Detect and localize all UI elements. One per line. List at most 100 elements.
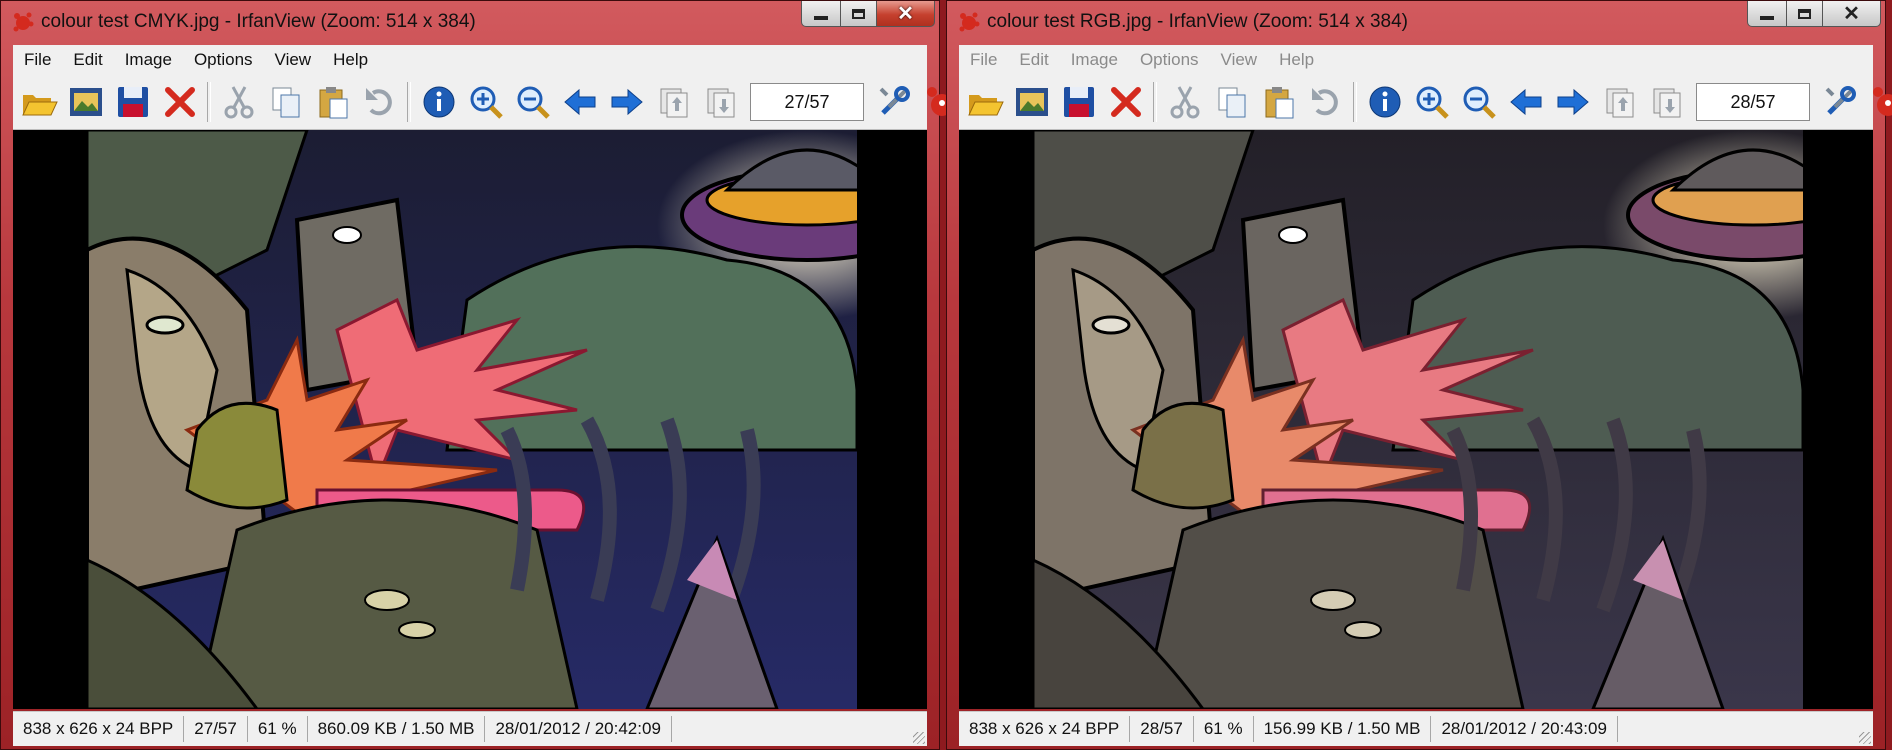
last-page-icon bbox=[1653, 88, 1680, 118]
page-number-field[interactable]: 27/57 bbox=[750, 83, 864, 121]
toolbar-separator bbox=[1353, 82, 1357, 122]
last-page-button[interactable] bbox=[697, 79, 744, 125]
title-bar[interactable]: colour test CMYK.jpg - IrfanView (Zoom: … bbox=[1, 1, 939, 45]
title-bar[interactable]: colour test RGB.jpg - IrfanView (Zoom: 5… bbox=[947, 1, 1885, 45]
zoom-out-button[interactable] bbox=[509, 79, 556, 125]
maximize-button[interactable] bbox=[1787, 1, 1823, 27]
copy-button[interactable] bbox=[1208, 79, 1255, 125]
menu-help[interactable]: Help bbox=[1268, 50, 1325, 70]
menu-view[interactable]: View bbox=[1210, 50, 1269, 70]
page-number-field[interactable]: 28/57 bbox=[1696, 83, 1810, 121]
close-icon: ✕ bbox=[897, 2, 914, 25]
cut-button[interactable] bbox=[1161, 79, 1208, 125]
next-icon bbox=[1557, 88, 1589, 116]
next-button[interactable] bbox=[1549, 79, 1596, 125]
undo-button[interactable] bbox=[356, 79, 403, 125]
irfanview-window-cmyk: colour test CMYK.jpg - IrfanView (Zoom: … bbox=[0, 0, 955, 750]
delete-button[interactable] bbox=[156, 79, 203, 125]
toolbar-separator bbox=[407, 82, 411, 122]
zoom-out-button[interactable] bbox=[1455, 79, 1502, 125]
last-page-button[interactable] bbox=[1643, 79, 1690, 125]
irfanview-app-icon[interactable] bbox=[957, 10, 981, 34]
menu-file[interactable]: File bbox=[959, 50, 1008, 70]
delete-icon bbox=[164, 87, 195, 117]
previous-button[interactable] bbox=[1502, 79, 1549, 125]
settings-icon bbox=[879, 86, 910, 115]
menu-image[interactable]: Image bbox=[114, 50, 183, 70]
copy-icon bbox=[272, 87, 299, 118]
minimize-button[interactable] bbox=[1747, 1, 1787, 27]
open-button[interactable] bbox=[15, 79, 62, 125]
next-button[interactable] bbox=[603, 79, 650, 125]
undo-button[interactable] bbox=[1302, 79, 1349, 125]
open-button[interactable] bbox=[961, 79, 1008, 125]
toolbar-separator bbox=[1153, 82, 1157, 122]
info-icon bbox=[1369, 86, 1400, 118]
image-canvas bbox=[87, 130, 857, 709]
thumbnails-button[interactable] bbox=[1008, 79, 1055, 125]
menu-view[interactable]: View bbox=[264, 50, 323, 70]
minimize-icon bbox=[1760, 15, 1774, 20]
zoom-in-icon bbox=[1416, 86, 1449, 119]
previous-button[interactable] bbox=[556, 79, 603, 125]
status-zoom: 61 % bbox=[1194, 716, 1254, 742]
save-button[interactable] bbox=[1055, 79, 1102, 125]
thumbnails-button[interactable] bbox=[62, 79, 109, 125]
paste-icon bbox=[319, 87, 347, 119]
status-index: 27/57 bbox=[184, 716, 248, 742]
save-button[interactable] bbox=[109, 79, 156, 125]
delete-icon bbox=[1110, 87, 1141, 117]
irfanview-app-icon[interactable] bbox=[11, 10, 35, 34]
maximize-icon bbox=[1798, 8, 1811, 19]
status-zoom: 61 % bbox=[248, 716, 308, 742]
previous-icon bbox=[1509, 88, 1541, 116]
paste-icon bbox=[1265, 87, 1293, 119]
first-page-button[interactable] bbox=[1596, 79, 1643, 125]
paste-button[interactable] bbox=[309, 79, 356, 125]
info-button[interactable] bbox=[415, 79, 462, 125]
close-button[interactable]: ✕ bbox=[1823, 1, 1881, 27]
last-page-icon bbox=[707, 88, 734, 118]
zoom-out-icon bbox=[517, 86, 550, 119]
maximize-button[interactable] bbox=[841, 1, 877, 27]
save-icon bbox=[1063, 87, 1094, 117]
close-button[interactable]: ✕ bbox=[877, 1, 935, 27]
toolbar-separator bbox=[207, 82, 211, 122]
copy-button[interactable] bbox=[262, 79, 309, 125]
copy-icon bbox=[1218, 87, 1245, 118]
undo-icon bbox=[365, 88, 392, 116]
resize-grip[interactable] bbox=[1859, 732, 1871, 744]
status-dimensions: 838 x 626 x 24 BPP bbox=[959, 716, 1131, 742]
menu-options[interactable]: Options bbox=[183, 50, 264, 70]
menu-file[interactable]: File bbox=[13, 50, 62, 70]
menu-options[interactable]: Options bbox=[1129, 50, 1210, 70]
minimize-button[interactable] bbox=[801, 1, 841, 27]
paste-button[interactable] bbox=[1255, 79, 1302, 125]
cut-button[interactable] bbox=[215, 79, 262, 125]
image-viewport[interactable] bbox=[959, 130, 1873, 709]
menu-bar: File Edit Image Options View Help bbox=[959, 45, 1873, 75]
toolbar: 28/57 bbox=[959, 75, 1892, 130]
first-page-button[interactable] bbox=[650, 79, 697, 125]
resize-grip[interactable] bbox=[913, 732, 925, 744]
cut-icon bbox=[1170, 86, 1199, 119]
menu-image[interactable]: Image bbox=[1060, 50, 1129, 70]
irfanview-button[interactable] bbox=[1863, 79, 1892, 125]
settings-button[interactable] bbox=[870, 79, 917, 125]
cut-icon bbox=[224, 86, 253, 119]
delete-button[interactable] bbox=[1102, 79, 1149, 125]
info-button[interactable] bbox=[1361, 79, 1408, 125]
open-folder-icon bbox=[967, 95, 1004, 116]
image-viewport[interactable] bbox=[13, 130, 927, 709]
first-page-icon bbox=[660, 88, 687, 118]
menu-bar: File Edit Image Options View Help bbox=[13, 45, 927, 75]
settings-button[interactable] bbox=[1816, 79, 1863, 125]
zoom-in-button[interactable] bbox=[462, 79, 509, 125]
menu-edit[interactable]: Edit bbox=[1008, 50, 1059, 70]
toolbar: 27/57 bbox=[13, 75, 955, 130]
status-filesize: 860.09 KB / 1.50 MB bbox=[308, 716, 486, 742]
zoom-in-button[interactable] bbox=[1408, 79, 1455, 125]
menu-edit[interactable]: Edit bbox=[62, 50, 113, 70]
previous-icon bbox=[563, 88, 595, 116]
menu-help[interactable]: Help bbox=[322, 50, 379, 70]
